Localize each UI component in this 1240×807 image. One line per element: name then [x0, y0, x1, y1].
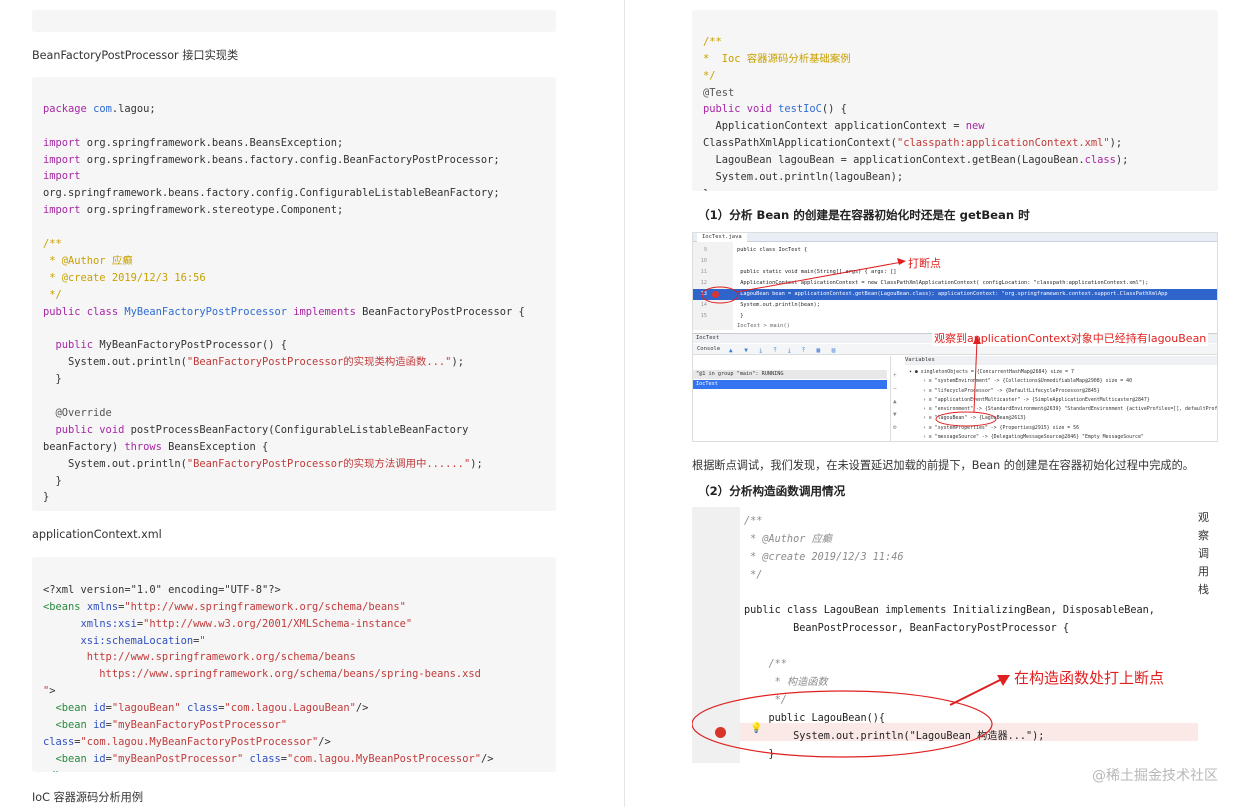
- bottom-heading: IoC 容器源码分析用例: [32, 791, 144, 804]
- conclusion-text: 根据断点调试，我们发现，在未设置延迟加载的前提下，Bean 的创建是在容器初始化…: [692, 459, 1194, 472]
- watermark: @稀土掘金技术社区: [1092, 768, 1218, 784]
- constructor-arrow: [949, 678, 1003, 706]
- column-divider: [624, 0, 625, 807]
- empty-code-block: [32, 10, 556, 32]
- section1-title: （1）分析 Bean 的创建是在容器初始化时还是在 getBean 时: [698, 208, 1030, 222]
- observe-arrow: [973, 339, 978, 413]
- side-note: 观察调用栈: [1198, 511, 1209, 596]
- java-code-block: package com.lagou; import org.springframe…: [32, 77, 556, 511]
- interface-heading: BeanFactoryPostProcessor 接口实现类: [32, 49, 239, 62]
- lagoubean-circle: [935, 411, 997, 427]
- observe-arrow-head: [973, 335, 981, 344]
- section2-title: （2）分析构造函数调用情况: [698, 484, 846, 498]
- constructor-circle: [692, 690, 993, 758]
- annotation-overlay-2: [692, 675, 1010, 758]
- break-arrow-head: [897, 258, 906, 265]
- annotation-overlay-1: [701, 258, 997, 427]
- annotation-constructor-label: 在构造函数处打上断点: [1014, 669, 1165, 687]
- xml-code-block: <?xml version="1.0" encoding="UTF-8"?> <b…: [32, 557, 556, 772]
- breakpoint-circle: [701, 286, 739, 304]
- test-code-block: /** * Ioc 容器源码分析基础案例 */@Test public void te…: [692, 10, 1218, 191]
- break-arrow: [736, 261, 903, 293]
- xml-heading: applicationContext.xml: [32, 528, 162, 541]
